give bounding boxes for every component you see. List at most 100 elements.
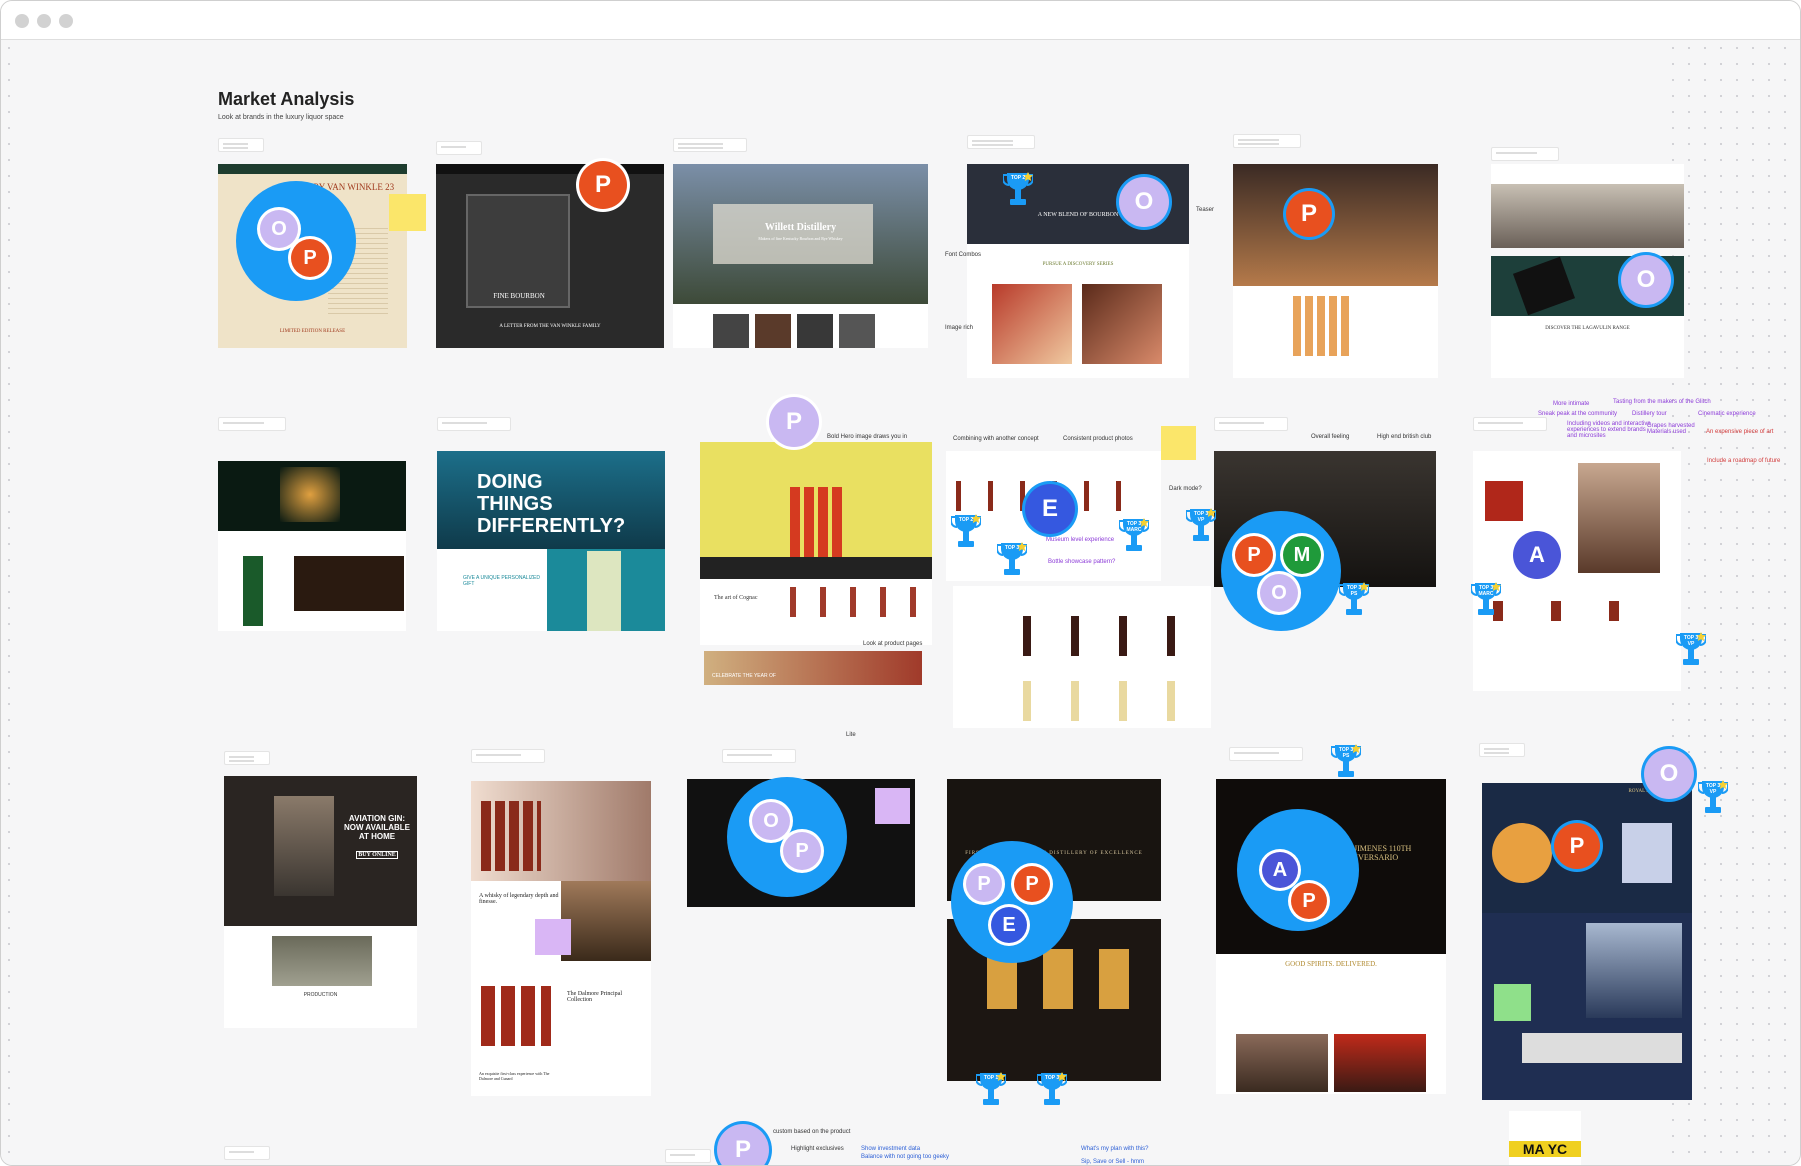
avatar-p[interactable]: P (769, 397, 819, 447)
avatar-p[interactable]: P (1014, 866, 1050, 902)
trophy-label: TOP 3 MARC (1478, 585, 1494, 597)
annotation-look-at-product: Look at product pages (863, 641, 923, 647)
screenshot-aviation-production[interactable]: PRODUCTION (224, 926, 417, 1028)
trophy-label: TOP 2 (1010, 175, 1026, 181)
screenshot-celebrate[interactable]: CELEBRATE THE YEAR OF (704, 651, 922, 685)
avatar-a[interactable]: A (1262, 852, 1298, 888)
card-header (218, 417, 286, 431)
sticky-note[interactable] (389, 194, 426, 231)
trophy-sticker[interactable]: TOP 3 MARC (1470, 581, 1502, 621)
screenshot-aviation[interactable]: AVIATION GIN: NOW AVAILABLE AT HOME BUY … (224, 776, 417, 926)
card-header (224, 1146, 270, 1160)
avatar-o[interactable]: O (1260, 574, 1298, 612)
screenshot-product-grid[interactable] (953, 586, 1211, 728)
principal-label: The Dalmore Principal Collection (567, 991, 622, 1003)
screenshot-macallan-bottles[interactable] (1233, 286, 1438, 378)
trophy-label: TOP 3 VP (1705, 783, 1721, 795)
card-header (1233, 134, 1301, 148)
avatar-p[interactable]: P (1291, 883, 1327, 919)
screenshot-good-spirits[interactable]: GOOD SPIRITS. DELIVERED. (1216, 954, 1446, 1094)
screenshot-macallan[interactable] (1233, 164, 1438, 286)
trophy-sticker[interactable]: TOP 3 PS (1338, 581, 1370, 621)
trophy-label: TOP 3 (1004, 545, 1020, 551)
annotation-videos: Including videos and interactive experie… (1567, 421, 1651, 439)
avatar-p[interactable]: P (291, 239, 329, 277)
annotation-balance: Balance with not going too geeky (861, 1154, 950, 1160)
cursor-group-bubble (951, 841, 1073, 963)
give-unique-label: GIVE A UNIQUE PERSONALIZED GIFT (463, 575, 540, 587)
trophy-sticker[interactable]: TOP 3 VP (1185, 507, 1217, 547)
willett-subtitle: Makers of fine Kentucky Bourbon and Rye … (758, 236, 843, 241)
card-header (1479, 743, 1525, 757)
screenshot-cognac[interactable]: The art of Cognac (700, 579, 932, 645)
avatar-p[interactable]: P (966, 866, 1002, 902)
maximize-window-button[interactable] (59, 14, 73, 28)
card-header (1214, 417, 1288, 431)
screenshot-bottles[interactable] (218, 531, 406, 631)
sticky-note[interactable] (1494, 984, 1531, 1021)
close-window-button[interactable] (15, 14, 29, 28)
trophy-sticker[interactable]: TOP 3 VP (1675, 631, 1707, 671)
trophy-sticker[interactable]: TOP 3 (996, 541, 1028, 581)
annotation-font-combos: Font Combos (945, 252, 982, 258)
avatar-e[interactable]: E (1025, 484, 1075, 534)
screenshot-glenlivet[interactable]: DOING THINGS DIFFERENTLY? GIVE A UNIQUE … (437, 451, 665, 631)
screenshot-lagavulin-range[interactable]: DISCOVER THE LAGAVULIN RANGE (1491, 316, 1684, 378)
screenshot-hennessy-art[interactable] (700, 442, 932, 579)
card-header (436, 141, 482, 155)
trophy-sticker[interactable]: TOP 2 (950, 513, 982, 553)
avatar-p[interactable]: P (579, 161, 627, 209)
screenshot-remy[interactable] (1473, 451, 1681, 691)
letter-label: A LETTER FROM THE VAN WINKLE FAMILY (499, 324, 601, 329)
avatar-o[interactable]: O (752, 802, 790, 840)
annotation-dark-mode: Dark mode? (1169, 486, 1202, 492)
avatar-a[interactable]: A (1513, 531, 1561, 579)
avatar-p[interactable]: P (1554, 823, 1600, 869)
buy-online-button[interactable]: BUY ONLINE (356, 851, 398, 859)
production-label: PRODUCTION (303, 992, 338, 998)
annotation-overall-feeling: Overall feeling (1311, 434, 1350, 440)
pappy-footer: LIMITED EDITION RELEASE (279, 329, 346, 334)
screenshot-dalmore[interactable] (471, 781, 651, 881)
sticky-note[interactable] (875, 788, 910, 824)
trophy-sticker[interactable]: TOP 3 VP (1697, 779, 1729, 819)
trophy-sticker[interactable]: TOP 3 MARC (1118, 517, 1150, 557)
avatar-o[interactable]: O (1621, 255, 1671, 305)
avatar-o[interactable]: O (260, 210, 298, 248)
screenshot-fine-bourbon[interactable]: FINE BOURBON A LETTER FROM THE VAN WINKL… (436, 164, 664, 348)
annotation-plan: What's my plan with this? (1081, 1146, 1149, 1152)
screenshot-green-dark[interactable] (218, 461, 406, 531)
avatar-o[interactable]: O (1119, 177, 1169, 227)
annotation-grapes: Grapes harvested Materials used (1647, 423, 1695, 435)
cursor-group-bubble (727, 777, 847, 897)
card-header (673, 138, 747, 152)
trophy-sticker[interactable]: TOP 3 (1036, 1071, 1068, 1111)
minimize-window-button[interactable] (37, 14, 51, 28)
card-header (224, 751, 270, 765)
screenshot-discovery[interactable]: PURSUE A DISCOVERY SERIES (967, 244, 1189, 378)
screenshot-lagavulin[interactable] (1491, 164, 1684, 248)
sticky-note[interactable] (535, 919, 571, 955)
mayc-label: MA YC (1509, 1141, 1581, 1157)
avatar-p[interactable]: P (1235, 536, 1273, 574)
avatar-p[interactable]: P (783, 832, 821, 870)
annotation-cinematic: Cinematic experience (1698, 411, 1756, 417)
screenshot-dalmore-detail[interactable]: A whisky of legendary depth and finesse.… (471, 881, 651, 1096)
trophy-sticker[interactable]: TOP 3 PS (1330, 743, 1362, 783)
trophy-sticker[interactable]: TOP 2 (1002, 171, 1034, 211)
card-header (218, 138, 264, 152)
cursor-group-bubble (1221, 511, 1341, 631)
annotation-museum: Museum level experience (1046, 537, 1115, 543)
avatar-p[interactable]: P (1286, 191, 1332, 237)
avatar-m[interactable]: M (1283, 536, 1321, 574)
avatar-e[interactable]: E (991, 907, 1027, 943)
annotation-tasting: Tasting from the makers of the Glitch (1613, 399, 1711, 405)
screenshot-willett[interactable]: Willett Distillery Makers of fine Kentuc… (673, 164, 928, 348)
sticky-note[interactable] (1161, 426, 1196, 460)
trophy-sticker[interactable]: TOP 1 (975, 1071, 1007, 1111)
doing-heading: DOING THINGS DIFFERENTLY? (477, 471, 626, 537)
screenshot-mayc[interactable]: MA YC (1509, 1111, 1581, 1165)
avatar-o[interactable]: O (1644, 749, 1694, 799)
card-header (471, 749, 545, 763)
annotation-investment: Show investment data (861, 1146, 921, 1152)
